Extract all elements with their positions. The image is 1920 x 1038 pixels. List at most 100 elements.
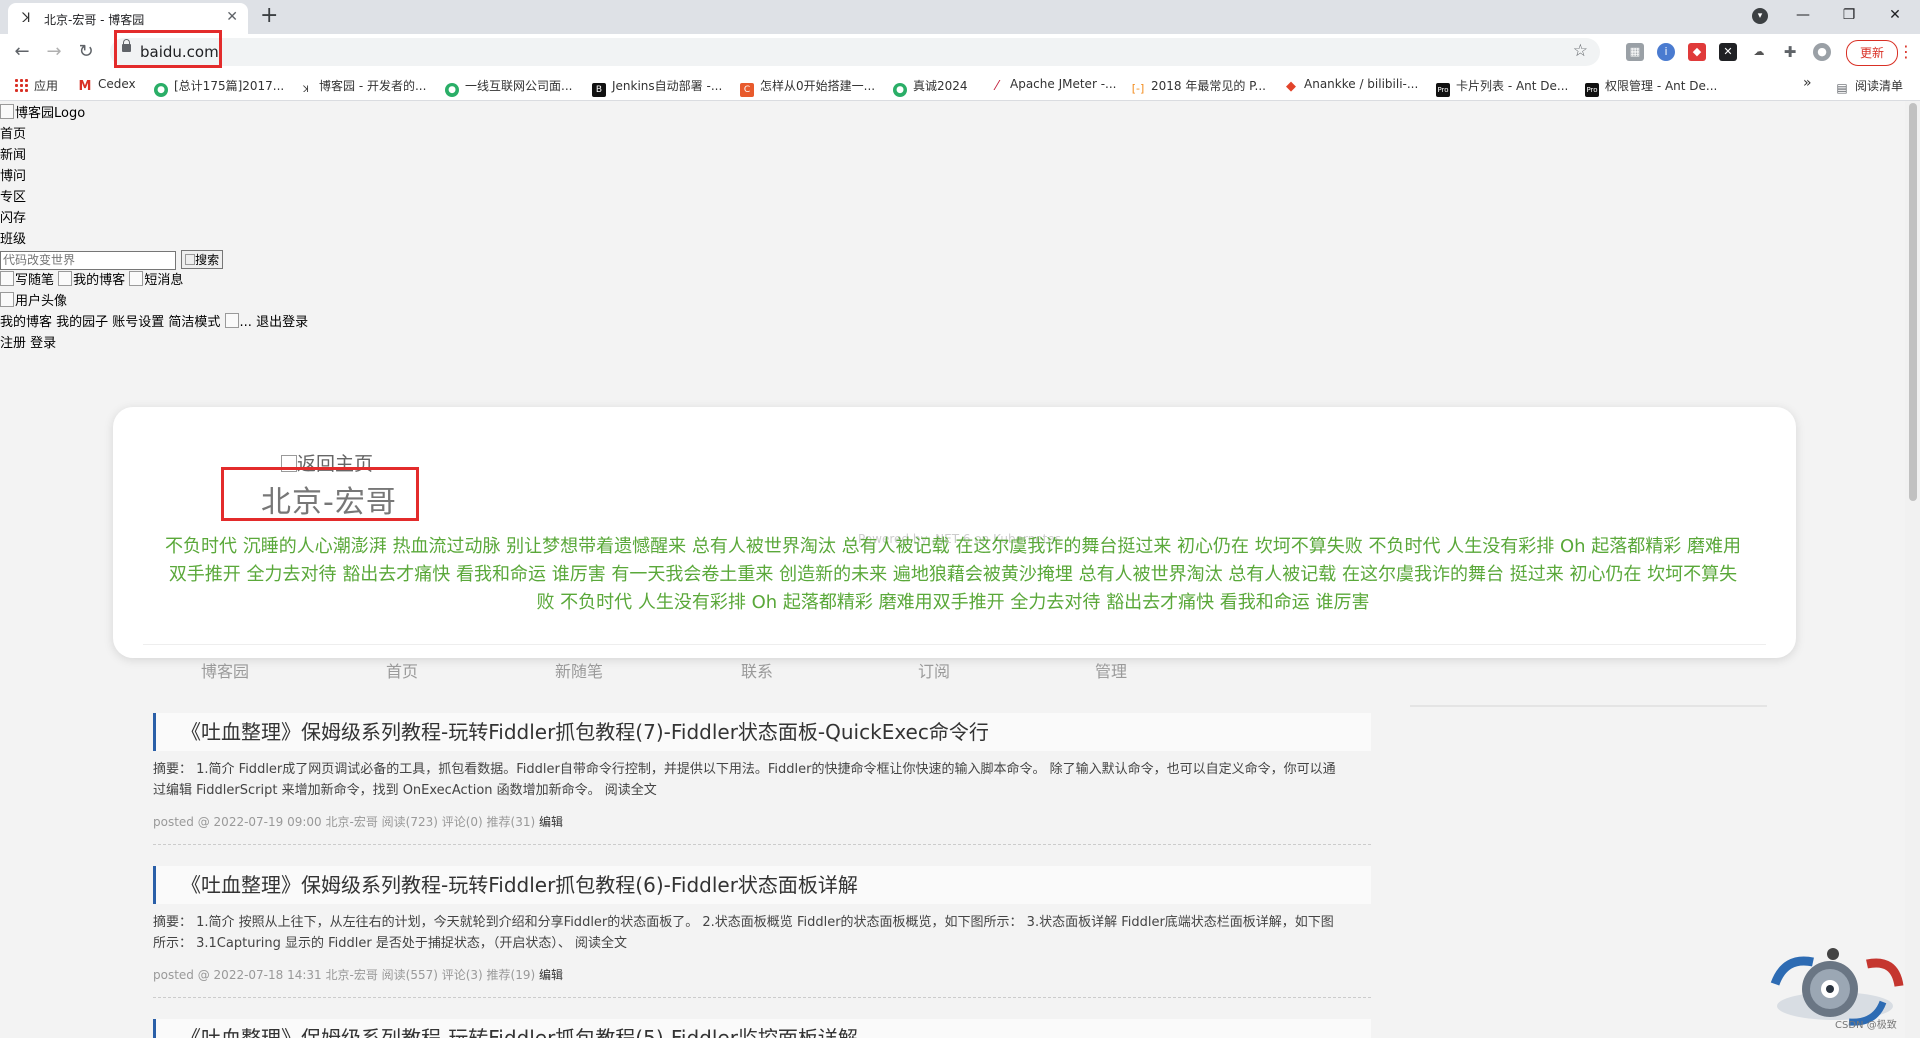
- blog-nav-subscribe[interactable]: 订阅: [918, 658, 950, 682]
- site-header-unstyled: 博客园Logo 首页 新闻 博问 专区 闪存 班级: [0, 103, 85, 250]
- post-edit-link[interactable]: 编辑: [539, 815, 563, 829]
- reading-list[interactable]: ▤ 阅读清单: [1835, 77, 1903, 95]
- wechat-icon: ●: [154, 83, 168, 97]
- card-divider: [143, 644, 1766, 645]
- broken-image-icon: [185, 254, 196, 265]
- extension-icon-2[interactable]: i: [1657, 43, 1675, 61]
- site-nav-news[interactable]: 新闻: [0, 145, 85, 166]
- bookmark-apps[interactable]: 应用: [14, 77, 58, 94]
- user-menu[interactable]: 我的博客 我的园子 账号设置 简洁模式 ... 退出登录: [0, 312, 308, 333]
- blog-nav-contact[interactable]: 联系: [741, 658, 773, 682]
- reload-icon[interactable]: ↻: [74, 41, 98, 62]
- close-window-icon[interactable]: ✕: [1872, 0, 1918, 30]
- broken-image-icon: [0, 271, 14, 286]
- cnblogs-icon: ꓘ: [303, 85, 309, 95]
- scrollbar-thumb[interactable]: [1909, 103, 1917, 501]
- extension-icon-5[interactable]: ☁: [1750, 43, 1768, 61]
- tab-title: 北京-宏哥 - 博客园: [44, 13, 145, 27]
- write-post-link[interactable]: 写随笔: [0, 271, 54, 288]
- post-item: 《吐血整理》保姆级系列教程-玩转Fiddler抓包教程(5)-Fiddler监控…: [153, 1019, 1371, 1038]
- bookmark-item[interactable]: ⁄ Apache JMeter -...: [990, 77, 1117, 94]
- bookmark-b-icon: B: [592, 83, 606, 97]
- wechat-icon: ●: [445, 83, 459, 97]
- post-summary: 摘要： 1.简介 按照从上往下，从左往右的计划，今天就轮到介绍和分享Fiddle…: [153, 915, 1334, 951]
- my-blog-link[interactable]: 我的博客: [58, 271, 125, 288]
- close-tab-icon[interactable]: ✕: [226, 9, 238, 25]
- wechat-icon: ●: [893, 83, 907, 97]
- auth-links[interactable]: 注册 登录: [0, 333, 56, 354]
- jmeter-feather-icon: ⁄: [995, 79, 999, 94]
- site-nav-home[interactable]: 首页: [0, 124, 85, 145]
- site-nav-flash[interactable]: 闪存: [0, 208, 85, 229]
- bookmark-item[interactable]: B Jenkins自动部署 -...: [592, 77, 722, 97]
- site-logo[interactable]: 博客园Logo: [0, 103, 85, 124]
- site-nav-class[interactable]: 班级: [0, 229, 85, 250]
- post-title[interactable]: 《吐血整理》保姆级系列教程-玩转Fiddler抓包教程(5)-Fiddler监控…: [153, 1019, 1371, 1038]
- page-viewport: 博客园Logo 首页 新闻 博问 专区 闪存 班级 搜索 写随笔 我的博客 短消…: [0, 101, 1905, 1038]
- post-meta-text: posted @ 2022-07-18 14:31 北京-宏哥 阅读(557) …: [153, 968, 536, 982]
- bookmarks-overflow-icon[interactable]: »: [1803, 75, 1812, 91]
- page-scrollbar[interactable]: [1905, 101, 1920, 1038]
- bookmark-item[interactable]: ● [总计175篇]2017...: [154, 77, 284, 97]
- url-highlight-box: [114, 30, 222, 68]
- profile-avatar-icon[interactable]: ●: [1813, 43, 1831, 61]
- maximize-icon[interactable]: ❐: [1826, 0, 1872, 30]
- bookmark-item[interactable]: ꓘ 博客园 - 开发者的...: [299, 77, 426, 97]
- messages-link[interactable]: 短消息: [129, 271, 183, 288]
- site-search-button[interactable]: 搜索: [181, 250, 224, 269]
- reading-list-icon: ▤: [1836, 81, 1848, 95]
- new-tab-icon[interactable]: +: [260, 4, 278, 28]
- user-avatar[interactable]: 用户头像: [0, 291, 67, 312]
- broken-image-icon: [0, 104, 14, 119]
- tab-search-icon[interactable]: ▾: [1752, 8, 1768, 24]
- bookmark-bracket-icon: [-]: [1131, 82, 1145, 95]
- blog-subtitle: 不负时代 沉睡的人心潮澎湃 热血流过动脉 别让梦想带着遗憾醒来 总有人被世界淘汰…: [165, 536, 1741, 613]
- bookmark-item[interactable]: M Cedex: [78, 77, 136, 94]
- extension-icon-3[interactable]: ◆: [1688, 43, 1706, 61]
- extensions-puzzle-icon[interactable]: ✚: [1781, 43, 1799, 61]
- broken-image-icon: [0, 292, 14, 307]
- post-edit-link[interactable]: 编辑: [539, 968, 563, 982]
- blog-nav-cnblogs[interactable]: 博客园: [201, 658, 249, 682]
- bookmark-item[interactable]: Pro 卡片列表 - Ant De...: [1436, 77, 1568, 97]
- back-arrow-icon[interactable]: ←: [10, 41, 34, 62]
- gmail-icon: M: [78, 79, 92, 94]
- ant-pro-icon: Pro: [1585, 83, 1599, 97]
- blog-nav-home[interactable]: 首页: [386, 658, 418, 682]
- blog-nav-new-post[interactable]: 新随笔: [555, 658, 603, 682]
- post-title[interactable]: 《吐血整理》保姆级系列教程-玩转Fiddler抓包教程(6)-Fiddler状态…: [153, 866, 1371, 904]
- blog-nav-manage[interactable]: 管理: [1095, 658, 1127, 682]
- more-menu-icon[interactable]: ⋮: [1898, 42, 1914, 61]
- post-divider: [153, 844, 1371, 845]
- post-meta: posted @ 2022-07-19 09:00 北京-宏哥 阅读(723) …: [153, 813, 1371, 830]
- csdn-icon: C: [740, 83, 754, 97]
- site-search-input[interactable]: [0, 250, 176, 270]
- ant-pro-icon: Pro: [1436, 83, 1450, 97]
- extension-icon-4[interactable]: ✕: [1719, 43, 1737, 61]
- post-summary: 摘要： 1.简介 Fiddler成了网页调试必备的工具，抓包看数据。Fiddle…: [153, 762, 1336, 798]
- post-divider: [153, 997, 1371, 998]
- bookmark-item[interactable]: ● 一线互联网公司面...: [445, 77, 572, 97]
- bookmark-item[interactable]: ◆ Anankke / bilibili-...: [1284, 77, 1418, 94]
- site-nav-qa[interactable]: 博问: [0, 166, 85, 187]
- forward-arrow-icon[interactable]: →: [42, 41, 66, 62]
- extension-icon-1[interactable]: ▦: [1626, 43, 1644, 61]
- site-icons-row: 写随笔 我的博客 短消息: [0, 270, 183, 291]
- broken-image-icon: [224, 313, 239, 328]
- post-item: 《吐血整理》保姆级系列教程-玩转Fiddler抓包教程(6)-Fiddler状态…: [153, 866, 1371, 983]
- apps-grid-icon: [14, 78, 28, 92]
- bookmarks-bar: 应用 M Cedex ● [总计175篇]2017... ꓘ 博客园 - 开发者的..…: [0, 70, 1920, 101]
- bookmark-item[interactable]: Pro 权限管理 - Ant De...: [1585, 77, 1717, 97]
- bookmark-item[interactable]: ● 真诚2024: [893, 77, 968, 97]
- blog-title-highlight-box: [221, 467, 419, 521]
- update-button[interactable]: 更新: [1846, 40, 1898, 66]
- post-item: 《吐血整理》保姆级系列教程-玩转Fiddler抓包教程(7)-Fiddler状态…: [153, 713, 1371, 830]
- site-search: 搜索: [0, 249, 224, 270]
- post-title[interactable]: 《吐血整理》保姆级系列教程-玩转Fiddler抓包教程(7)-Fiddler状态…: [153, 713, 1371, 751]
- bookmark-item[interactable]: [-] 2018 年最常见的 P...: [1131, 77, 1266, 96]
- address-bar[interactable]: baidu.com ☆: [110, 38, 1600, 66]
- bookmark-item[interactable]: C 怎样从0开始搭建一...: [740, 77, 875, 97]
- minimize-icon[interactable]: —: [1780, 0, 1826, 30]
- site-nav-zone[interactable]: 专区: [0, 187, 85, 208]
- bookmark-star-icon[interactable]: ☆: [1573, 41, 1588, 61]
